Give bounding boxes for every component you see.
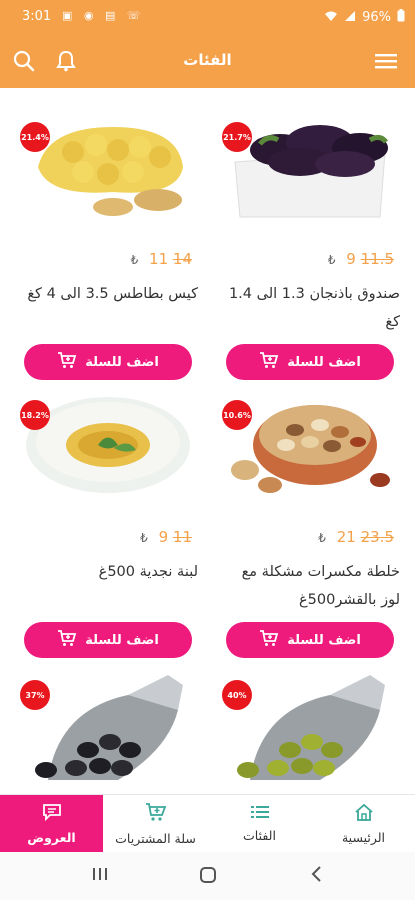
recent-apps-icon[interactable] <box>92 866 108 887</box>
add-to-cart-button[interactable]: اضف للسلة <box>24 622 192 658</box>
old-price: 14 <box>172 250 192 268</box>
add-to-cart-button[interactable]: اضف للسلة <box>24 344 192 380</box>
nav-offers[interactable]: العروض <box>0 795 103 853</box>
product-card[interactable]: 40% <box>220 670 400 780</box>
discount-badge: 21.7% <box>222 122 252 152</box>
cart-plus-icon <box>57 351 77 373</box>
cart-plus-icon <box>259 629 279 651</box>
old-price: 11.5 <box>360 250 394 268</box>
price-row: 11 9 ₺ <box>140 528 198 546</box>
status-time: 3:01 <box>22 9 52 24</box>
price: 9 <box>346 250 356 268</box>
page-title: الفئات <box>183 51 232 69</box>
product-card[interactable]: 21.4% 14 11 ₺ كيس بطاطس 3.5 الى 4 كغ اضف… <box>18 112 198 392</box>
old-price: 23.5 <box>360 528 394 546</box>
product-card[interactable]: 37% <box>18 670 198 780</box>
price-row: 23.5 21 ₺ <box>318 528 400 546</box>
battery-icon <box>397 9 405 26</box>
price: 9 <box>158 528 169 546</box>
battery-text: 96% <box>362 10 391 25</box>
old-price: 11 <box>172 528 192 546</box>
product-card[interactable]: 10.6% 23.5 21 ₺ خلطة مكسرات مشكلة مع لوز… <box>220 390 400 670</box>
nav-offers-label: العروض <box>27 830 76 845</box>
nav-categories-label: الفئات <box>243 828 276 843</box>
discount-badge: 40% <box>222 680 252 710</box>
home-button-icon[interactable] <box>199 866 217 889</box>
nav-cart[interactable]: سلة المشتريات <box>104 795 207 853</box>
bottom-nav: الرئيسية الفئات سلة المشتريات العروض <box>0 794 415 853</box>
wifi-icon <box>324 10 338 26</box>
menu-icon[interactable] <box>373 48 399 74</box>
add-to-cart-button[interactable]: اضف للسلة <box>226 622 394 658</box>
price: 11 <box>149 250 169 268</box>
product-card[interactable]: 21.7% 11.5 9 ₺ صندوق باذنجان 1.3 الى 1.4… <box>220 112 400 392</box>
currency-symbol: ₺ <box>318 531 326 545</box>
cart-plus-icon <box>259 351 279 373</box>
product-grid[interactable]: 21.7% 11.5 9 ₺ صندوق باذنجان 1.3 الى 1.4… <box>0 88 415 794</box>
app-bar: الفئات <box>0 34 415 88</box>
product-name[interactable]: لبنة نجدية 500غ <box>18 558 198 586</box>
signal-icon <box>344 10 356 26</box>
discount-badge: 18.2% <box>20 400 50 430</box>
currency-symbol: ₺ <box>327 253 336 267</box>
status-bar: 3:01 ▣ ◉ ▤ ☏ 96% <box>0 0 415 34</box>
add-to-cart-label: اضف للسلة <box>287 354 361 370</box>
chat-icon <box>42 803 62 824</box>
price-row: 14 11 ₺ <box>131 250 198 268</box>
product-name[interactable]: صندوق باذنجان 1.3 الى 1.4 كغ <box>220 280 400 336</box>
nav-home-label: الرئيسية <box>341 830 386 845</box>
nav-cart-label: سلة المشتريات <box>115 831 196 846</box>
discount-badge: 21.4% <box>20 122 50 152</box>
product-card[interactable]: 18.2% 11 9 ₺ لبنة نجدية 500غ اضف للسلة <box>18 390 198 670</box>
add-to-cart-button[interactable]: اضف للسلة <box>226 344 394 380</box>
list-icon <box>250 805 269 822</box>
price: 21 <box>336 528 356 546</box>
notification-icons: ▣ ◉ ▤ ☏ <box>62 9 145 22</box>
currency-symbol: ₺ <box>130 253 139 267</box>
home-icon <box>354 803 374 824</box>
cart-icon <box>145 802 167 825</box>
cart-plus-icon <box>57 629 77 651</box>
currency-symbol: ₺ <box>140 531 148 545</box>
add-to-cart-label: اضف للسلة <box>85 354 159 370</box>
product-name[interactable]: كيس بطاطس 3.5 الى 4 كغ <box>18 280 198 308</box>
discount-badge: 10.6% <box>222 400 252 430</box>
product-name[interactable]: خلطة مكسرات مشكلة مع لوز بالقشر500غ <box>220 558 400 614</box>
discount-badge: 37% <box>20 680 50 710</box>
add-to-cart-label: اضف للسلة <box>85 632 159 648</box>
add-to-cart-label: اضف للسلة <box>287 632 361 648</box>
system-nav-bar <box>0 852 415 900</box>
nav-categories[interactable]: الفئات <box>208 795 311 853</box>
back-icon[interactable] <box>310 866 322 887</box>
price-row: 11.5 9 ₺ <box>328 250 400 268</box>
nav-home[interactable]: الرئيسية <box>312 795 415 853</box>
